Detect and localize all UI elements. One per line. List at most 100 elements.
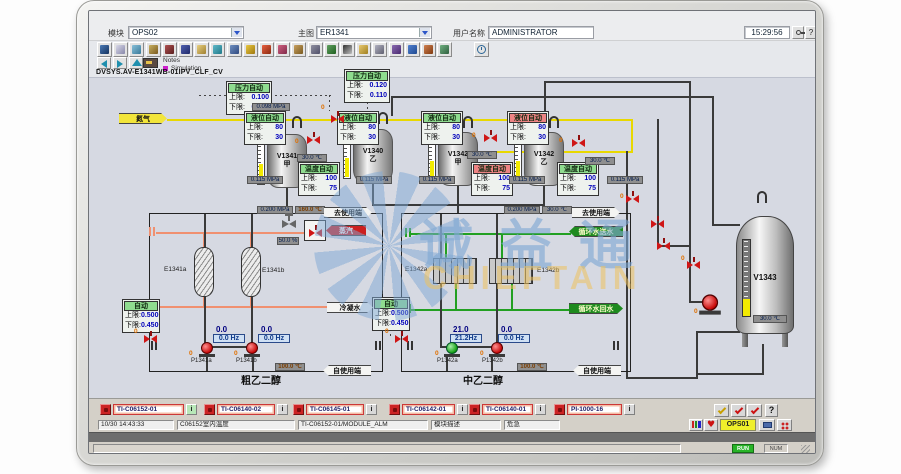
tank-leg xyxy=(742,332,748,347)
control-box-title: 压力自动 xyxy=(346,71,388,81)
equipment-label: P1342a xyxy=(437,358,458,364)
flow-tag-steam: 蒸汽 xyxy=(326,225,366,236)
control-box[interactable]: 自动上限:0.500下限:0.450 xyxy=(122,299,160,333)
flange-icon xyxy=(405,228,411,237)
alarm-info-button[interactable]: i xyxy=(624,404,635,415)
matrix-button[interactable] xyxy=(777,419,792,431)
alarm-info-button[interactable]: i xyxy=(277,404,288,415)
limit-row: 下限:75 xyxy=(300,184,338,194)
control-box-title: 自动 xyxy=(124,301,158,311)
resize-grip[interactable] xyxy=(801,445,810,454)
valve-t4[interactable] xyxy=(572,139,585,148)
status-field: 危急 xyxy=(504,420,560,430)
pump-v1343[interactable] xyxy=(699,294,721,314)
limit-row: 下限:30 xyxy=(423,133,461,143)
valve-r1[interactable] xyxy=(626,195,639,204)
control-box[interactable]: 温度自动上限:100下限:75 xyxy=(557,162,599,196)
tank-label: V1342 xyxy=(448,151,468,159)
pipe xyxy=(712,96,714,226)
steam-control-valve[interactable] xyxy=(282,218,296,228)
tank-label: V1340 xyxy=(363,148,383,156)
alarm-led-button[interactable] xyxy=(100,404,111,415)
alarm-led-button[interactable] xyxy=(204,404,215,415)
limit-value: 80 xyxy=(538,123,546,133)
monitor: 模块 OPS02 主图 ER1341 用户名称 ADMINISTRATOR 15… xyxy=(0,0,901,474)
pump-p1342a[interactable] xyxy=(444,342,460,357)
tank-v1343[interactable]: V1343 30.0 ℃ xyxy=(736,216,794,334)
control-box[interactable]: 压力自动上限:0.120下限:0.110 xyxy=(344,69,390,103)
chart-icon xyxy=(692,421,701,428)
message-panel xyxy=(93,444,681,453)
control-box[interactable]: 自动上限:0.500下限:0.450 xyxy=(372,297,410,331)
alarm-led-button[interactable] xyxy=(554,404,565,415)
flow-tag-to-user-2: 去使用端 xyxy=(572,207,620,218)
valve-out-1[interactable] xyxy=(144,335,157,344)
alarm-info-button[interactable]: i xyxy=(366,404,377,415)
alarm-led-button[interactable] xyxy=(469,404,480,415)
silence-alarm-button[interactable] xyxy=(747,404,762,417)
control-box[interactable]: 液位自动上限:80下限:30 xyxy=(507,111,549,145)
valve-stem xyxy=(663,238,665,243)
alarm-info-button[interactable]: i xyxy=(186,404,197,415)
limit-value: 75 xyxy=(329,184,337,194)
valve-out-2[interactable] xyxy=(395,335,408,344)
alarm-tag-field[interactable]: TI-C06152-01 xyxy=(113,404,184,415)
process-readout: 0.200 MPa xyxy=(504,206,540,214)
process-readout: 0.115 MPa xyxy=(247,176,283,184)
alarm-led-button[interactable] xyxy=(293,404,304,415)
limit-value: 100 xyxy=(584,174,596,184)
limit-label: 下限: xyxy=(229,103,245,113)
control-box[interactable]: 液位自动上限:80下限:30 xyxy=(244,111,286,145)
exchanger-e1342b[interactable] xyxy=(489,258,533,284)
limit-label: 下限: xyxy=(340,133,356,143)
alarm-help-button[interactable]: ? xyxy=(765,404,778,417)
num-indicator: NUM xyxy=(764,444,788,453)
valve-r3[interactable] xyxy=(657,242,670,251)
steam-block-valve[interactable] xyxy=(309,229,322,238)
flow-value: 21.0 xyxy=(453,325,469,334)
pump-p1341a[interactable] xyxy=(199,342,215,357)
favorite-button[interactable]: ♥ xyxy=(704,419,718,431)
alarm-tag-field[interactable]: PI-1000-16 xyxy=(567,404,622,415)
pump-p1341b[interactable] xyxy=(244,342,260,357)
window-button[interactable] xyxy=(759,419,775,431)
tank-label: V1343 xyxy=(737,273,793,282)
alarm-led-button[interactable] xyxy=(389,404,400,415)
pump-p1342b[interactable] xyxy=(489,342,505,357)
exchanger-e1341a[interactable] xyxy=(194,247,214,297)
chart-button[interactable] xyxy=(689,419,703,431)
valve-t1[interactable] xyxy=(307,136,320,145)
alarm-tag-field[interactable]: TI-C06142-01 xyxy=(402,404,455,415)
limit-row: 上限:80 xyxy=(339,123,377,133)
alarm-info-button[interactable]: i xyxy=(535,404,546,415)
limit-value: 0.110 xyxy=(370,91,387,101)
alarm-tag-field[interactable]: TI-C06140-02 xyxy=(217,404,275,415)
exchanger-e1341b[interactable] xyxy=(241,247,261,297)
alarm-tag-field[interactable]: TI-C06145-01 xyxy=(306,404,364,415)
limit-value: 0.100 xyxy=(251,93,269,103)
valve-t3[interactable] xyxy=(484,134,497,143)
limit-label: 上限: xyxy=(347,81,363,91)
exchanger-e1342a[interactable] xyxy=(433,258,477,284)
pipe xyxy=(391,96,393,116)
alarm-tag-field[interactable]: TI-C06140-01 xyxy=(482,404,533,415)
ack-alarm-button[interactable] xyxy=(714,404,729,417)
alarm-count-mark: 0 xyxy=(480,350,484,357)
flow-tag-to-user-1: 去使用端 xyxy=(324,207,372,218)
ack-all-button[interactable] xyxy=(731,404,746,417)
limit-row: 下限:75 xyxy=(473,184,511,194)
valve-nitrogen[interactable] xyxy=(331,115,344,124)
alarm-info-button[interactable]: i xyxy=(457,404,468,415)
valve-r2[interactable] xyxy=(651,220,664,229)
control-box[interactable]: 温度自动上限:100下限:75 xyxy=(471,162,513,196)
vent-hook-icon xyxy=(378,112,388,124)
limit-label: 上限: xyxy=(424,123,440,133)
control-box[interactable]: 液位自动上限:80下限:30 xyxy=(421,111,463,145)
valve-r4[interactable] xyxy=(687,261,700,270)
limit-row: 上限:0.100 xyxy=(228,93,270,103)
hmi-screen: 模块 OPS02 主图 ER1341 用户名称 ADMINISTRATOR 15… xyxy=(88,10,816,454)
control-box[interactable]: 温度自动上限:100下限:75 xyxy=(298,162,340,196)
valve-stem xyxy=(337,111,339,116)
valve-stem xyxy=(313,132,315,137)
limit-row: 上限:0.500 xyxy=(124,311,158,321)
